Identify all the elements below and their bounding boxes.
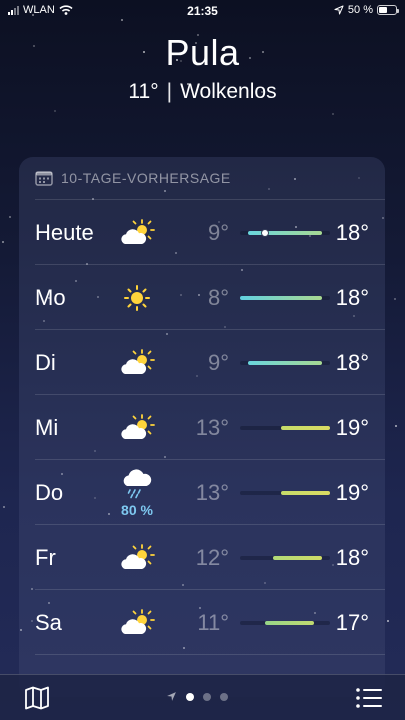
forecast-card[interactable]: 10-TAGE-VORHERSAGE Heute 9° 18° Mo 8° 18° Di 9°… [19,157,385,697]
partly-cloudy-icon [117,200,157,265]
high-temperature: 18° [335,220,369,245]
map-icon[interactable] [24,686,50,710]
temperature-range-bar [272,556,322,560]
star [2,241,4,243]
forecast-list: Heute 9° 18° Mo 8° 18° Di 9° 18° Mi 13° 19° Do 80 % 13… [35,199,385,655]
star [9,216,11,218]
forecast-row-di[interactable]: Di 9° 18° [35,330,385,395]
low-temperature: 8° [207,285,229,310]
city-name: Pula [165,32,240,73]
temperature-range-track [240,361,330,365]
star [3,506,5,508]
location-header: Pula 11° | Wolkenlos [0,32,405,104]
forecast-row-fr[interactable]: Fr 12° 18° [35,525,385,590]
high-temperature: 19° [335,480,369,505]
temperature-range-bar [248,231,322,235]
day-label: Mo [35,285,66,310]
temperature-range-bar [264,621,314,625]
battery-percent: 50 % [347,4,373,16]
high-temperature: 18° [335,285,369,310]
temperature-range-track [240,426,330,430]
low-temperature: 11° [197,610,229,635]
low-temperature: 12° [195,545,229,570]
list-icon[interactable] [355,687,383,709]
current-conditions: 11° | Wolkenlos [0,80,405,104]
day-label: Do [35,480,64,505]
partly-cloudy-icon [117,590,157,655]
partly-cloudy-icon [117,330,157,395]
low-temperature: 13° [195,415,229,440]
high-temperature: 19° [335,415,369,440]
high-temperature: 18° [335,350,369,375]
star [54,110,56,112]
star [395,425,397,427]
bottom-toolbar [0,674,405,720]
forecast-title: 10-TAGE-VORHERSAGE [61,170,231,186]
rain-cloud-icon: 80 % [117,460,157,525]
day-label: Mi [35,415,59,440]
temperature-range-track [240,621,330,625]
page-dot[interactable] [203,692,211,701]
high-temperature: 18° [335,545,369,570]
location-arrow-icon [167,692,176,701]
temperature-range-track [240,296,330,300]
high-temperature: 17° [335,610,369,635]
forecast-row-mi[interactable]: Mi 13° 19° [35,395,385,460]
temperature-range-bar [280,491,330,495]
page-dot[interactable] [220,692,228,701]
current-temp-dot [260,229,269,237]
day-label: Fr [35,545,56,570]
temperature-range-track [240,229,330,237]
status-bar: WLAN 21:35 50 % [0,0,405,22]
low-temperature: 9° [207,220,229,245]
day-label: Sa [35,610,62,635]
temperature-range-bar [240,296,322,300]
current-temperature: 11° [128,80,159,103]
location-arrow-icon [334,5,344,15]
star [387,620,389,622]
forecast-row-heute[interactable]: Heute 9° 18° [35,200,385,265]
low-temperature: 9° [207,350,229,375]
battery-icon [377,5,399,15]
forecast-row-do[interactable]: Do 80 % 13° 19° [35,460,385,525]
forecast-row-sa[interactable]: Sa 11° 17° [35,590,385,655]
low-temperature: 13° [195,480,229,505]
forecast-row-mo[interactable]: Mo 8° 18° [35,265,385,330]
day-label: Heute [35,220,94,245]
temperature-range-track [240,556,330,560]
temperature-range-bar [280,426,330,430]
partly-cloudy-icon [117,525,157,590]
current-condition: Wolkenlos [180,80,277,103]
forecast-header: 10-TAGE-VORHERSAGE [19,157,385,199]
sun-icon [117,265,157,330]
temperature-range-bar [248,361,322,365]
precipitation-chance: 80 % [121,501,153,518]
temperature-range-track [240,491,330,495]
page-dot[interactable] [186,692,194,701]
page-indicator[interactable] [166,691,228,702]
day-label: Di [35,350,56,375]
calendar-icon [35,170,53,186]
star [394,298,396,300]
separator: | [166,80,173,103]
partly-cloudy-icon [117,395,157,460]
star [332,113,334,115]
